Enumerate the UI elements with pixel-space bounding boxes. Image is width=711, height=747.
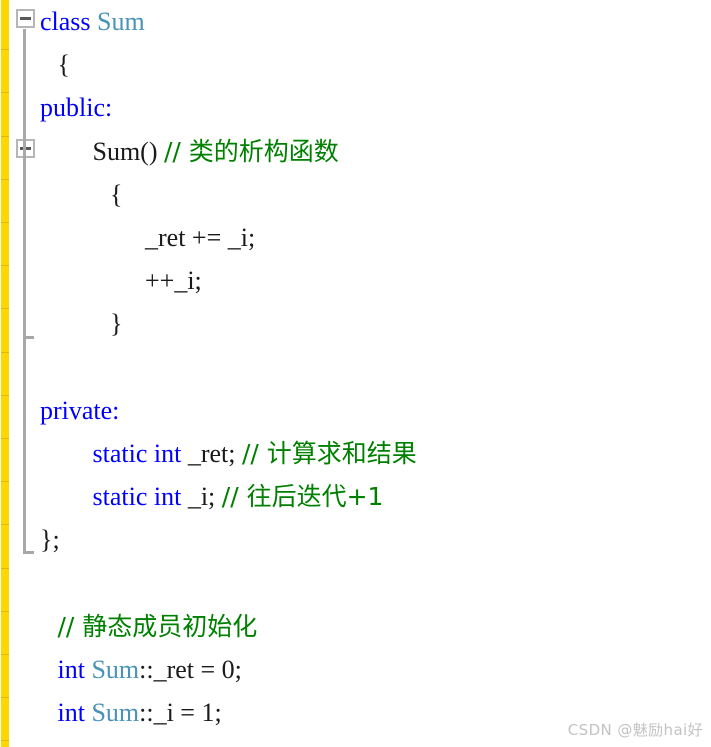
code-token-plain: ::_i = 1; <box>139 698 222 727</box>
change-bar-line-tick <box>1 567 9 569</box>
code-line[interactable]: static int _ret; // 计算求和结果 <box>40 432 711 475</box>
code-line[interactable]: { <box>40 43 711 86</box>
code-token-type: Sum <box>91 654 140 684</box>
code-line[interactable]: ++_i; <box>40 259 711 302</box>
change-bar-line-tick <box>1 524 9 526</box>
change-bar-line-tick <box>1 222 9 223</box>
code-line[interactable]: } <box>40 302 711 345</box>
change-bar-line-tick <box>1 438 9 439</box>
code-token-comment: // 计算求和结果 <box>241 438 417 468</box>
fold-gutter[interactable] <box>12 0 38 747</box>
code-token-keyword: public: <box>40 93 113 123</box>
code-token-comment: // 静态成员初始化 <box>57 611 258 641</box>
code-line[interactable]: // 静态成员初始化 <box>40 605 711 648</box>
code-token-keyword: static int <box>92 482 188 512</box>
code-token-keyword: static int <box>92 438 188 468</box>
code-token-plain: _i; <box>187 482 222 512</box>
code-token-plain: Sum() <box>92 136 164 166</box>
change-bar-line-tick <box>1 135 9 137</box>
code-token-keyword: int <box>57 654 92 684</box>
code-token-keyword: private: <box>40 395 120 425</box>
change-bar-line-tick <box>1 351 9 353</box>
code-token-plain: ++_i; <box>145 266 202 296</box>
code-token-plain: _ret; <box>187 438 242 468</box>
fold-guide-class-end <box>23 551 34 555</box>
code-token-plain: }; <box>40 525 60 555</box>
code-token-comment: // 往后迭代+1 <box>221 482 384 512</box>
code-line[interactable] <box>40 346 711 389</box>
code-token-keyword: int <box>57 698 92 727</box>
change-bar-line-tick <box>1 697 9 699</box>
code-token-keyword: class <box>40 7 98 36</box>
change-bar-line-tick <box>1 654 9 655</box>
code-line[interactable]: int Sum::_ret = 0; <box>40 648 711 691</box>
change-bar-line-tick <box>1 178 9 180</box>
change-bar-line-tick <box>1 394 9 396</box>
code-line[interactable]: _ret += _i; <box>40 216 711 259</box>
code-line[interactable] <box>40 561 711 604</box>
code-line[interactable]: public: <box>40 86 711 129</box>
code-editor: class Sum { public: Sum() // 类的析构函数 { _ret +=… <box>0 0 711 747</box>
code-line[interactable]: Sum() // 类的析构函数 <box>40 130 711 173</box>
change-bar-line-tick <box>1 610 9 612</box>
watermark-text: CSDN @魅励hai好 <box>567 721 703 739</box>
code-line[interactable]: static int _i; // 往后迭代+1 <box>40 475 711 518</box>
fold-toggle-class-sum[interactable] <box>16 9 35 28</box>
change-bar-line-tick <box>1 265 9 267</box>
change-bar-line-tick <box>1 740 9 742</box>
code-token-plain: } <box>110 309 123 339</box>
code-token-plain: { <box>110 179 123 209</box>
change-bar-line-tick <box>1 481 9 483</box>
change-bar-line-tick <box>1 308 9 310</box>
fold-minus-icon <box>20 17 31 20</box>
code-token-type: Sum <box>91 698 140 727</box>
fold-guide-class <box>23 29 26 555</box>
code-token-plain: ::_ret = 0; <box>139 654 242 684</box>
change-bar-line-tick <box>1 49 9 51</box>
code-content[interactable]: class Sum { public: Sum() // 类的析构函数 { _ret +=… <box>40 0 711 747</box>
code-token-plain: { <box>57 50 70 80</box>
code-line[interactable]: private: <box>40 389 711 432</box>
code-line[interactable]: { <box>40 173 711 216</box>
change-bar-line-tick <box>1 92 9 94</box>
code-token-type: Sum <box>97 7 145 36</box>
code-line[interactable]: }; <box>40 518 711 561</box>
change-indicator-bar <box>1 0 9 747</box>
code-line[interactable]: class Sum <box>40 0 711 43</box>
fold-guide-constructor-end <box>23 336 34 340</box>
code-token-plain: _ret += _i; <box>145 222 256 252</box>
code-token-comment: // 类的析构函数 <box>164 136 339 166</box>
